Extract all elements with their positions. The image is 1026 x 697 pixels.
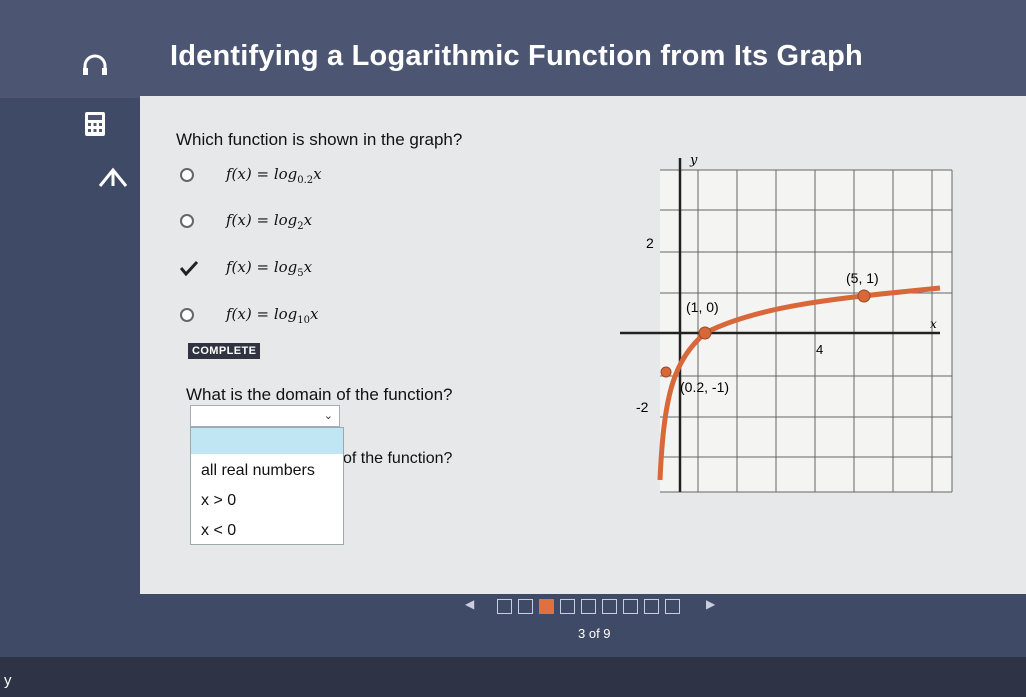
question-3-prompt: of the function? <box>343 450 453 467</box>
page-count: 3 of 9 <box>578 626 611 641</box>
point-5-1 <box>857 289 871 303</box>
dropdown-menu: all real numbers x > 0 x < 0 <box>190 427 344 545</box>
progress-square[interactable] <box>497 599 512 614</box>
dropdown-option-all-real[interactable]: all real numbers <box>201 462 315 480</box>
option-log-5[interactable]: f(x) = log5x <box>180 256 312 280</box>
prev-arrow-icon[interactable]: ◀ <box>465 597 474 611</box>
y-axis-label: y <box>689 153 698 168</box>
bottom-bar <box>0 657 1026 697</box>
headphones-icon[interactable] <box>82 54 108 76</box>
point-label: (5, 1) <box>846 270 879 286</box>
domain-dropdown[interactable]: ⌄ <box>190 405 340 427</box>
dropdown-option-x-lt-0[interactable]: x < 0 <box>201 522 236 540</box>
point-label: (1, 0) <box>686 299 719 315</box>
log-graph: y x 2 -2 4 (5, 1) (1, 0) (0.2, -1) <box>620 153 953 493</box>
option-label: f(x) = log0.2x <box>226 164 322 186</box>
progress-square[interactable] <box>581 599 596 614</box>
calculator-icon[interactable] <box>84 111 106 137</box>
progress-square[interactable] <box>665 599 680 614</box>
checkmark-icon <box>180 260 198 276</box>
page-title: Identifying a Logarithmic Function from … <box>170 40 863 72</box>
progress-square[interactable] <box>518 599 533 614</box>
progress-square[interactable] <box>602 599 617 614</box>
status-badge: COMPLETE <box>188 343 261 359</box>
option-label: f(x) = log2x <box>226 210 313 232</box>
corner-text: y <box>4 672 12 689</box>
y-tick-label: 2 <box>646 235 654 251</box>
dropdown-highlight[interactable] <box>191 428 343 454</box>
question-2-prompt: What is the domain of the function? <box>186 385 453 404</box>
progress-square[interactable] <box>644 599 659 614</box>
option-log-10[interactable]: f(x) = log10x <box>180 303 318 327</box>
header-bar: Identifying a Logarithmic Function from … <box>0 0 1026 98</box>
x-tick-label: 4 <box>816 342 823 357</box>
radio-button[interactable] <box>180 168 194 182</box>
radio-button[interactable] <box>180 214 194 228</box>
progress-square[interactable] <box>623 599 638 614</box>
next-arrow-icon[interactable]: ▶ <box>706 597 715 611</box>
y-tick-label: -2 <box>636 399 649 415</box>
progress-square[interactable] <box>560 599 575 614</box>
option-log-0-2[interactable]: f(x) = log0.2x <box>180 163 322 187</box>
question-1-prompt: Which function is shown in the graph? <box>176 130 463 149</box>
chevron-down-icon[interactable]: ⌄ <box>324 409 333 422</box>
point-0-2-neg1 <box>660 366 672 378</box>
option-label: f(x) = log5x <box>226 257 313 279</box>
question-navigation: ◀ ▶ <box>460 597 720 619</box>
progress-square-current[interactable] <box>539 599 554 614</box>
point-label: (0.2, -1) <box>680 379 729 395</box>
arrow-up-icon[interactable] <box>98 166 128 188</box>
x-axis-label: x <box>930 317 937 331</box>
option-label: f(x) = log10x <box>226 304 319 326</box>
dropdown-option-x-gt-0[interactable]: x > 0 <box>201 492 236 510</box>
point-1-0 <box>698 326 712 340</box>
option-log-2[interactable]: f(x) = log2x <box>180 209 312 233</box>
radio-button[interactable] <box>180 308 194 322</box>
